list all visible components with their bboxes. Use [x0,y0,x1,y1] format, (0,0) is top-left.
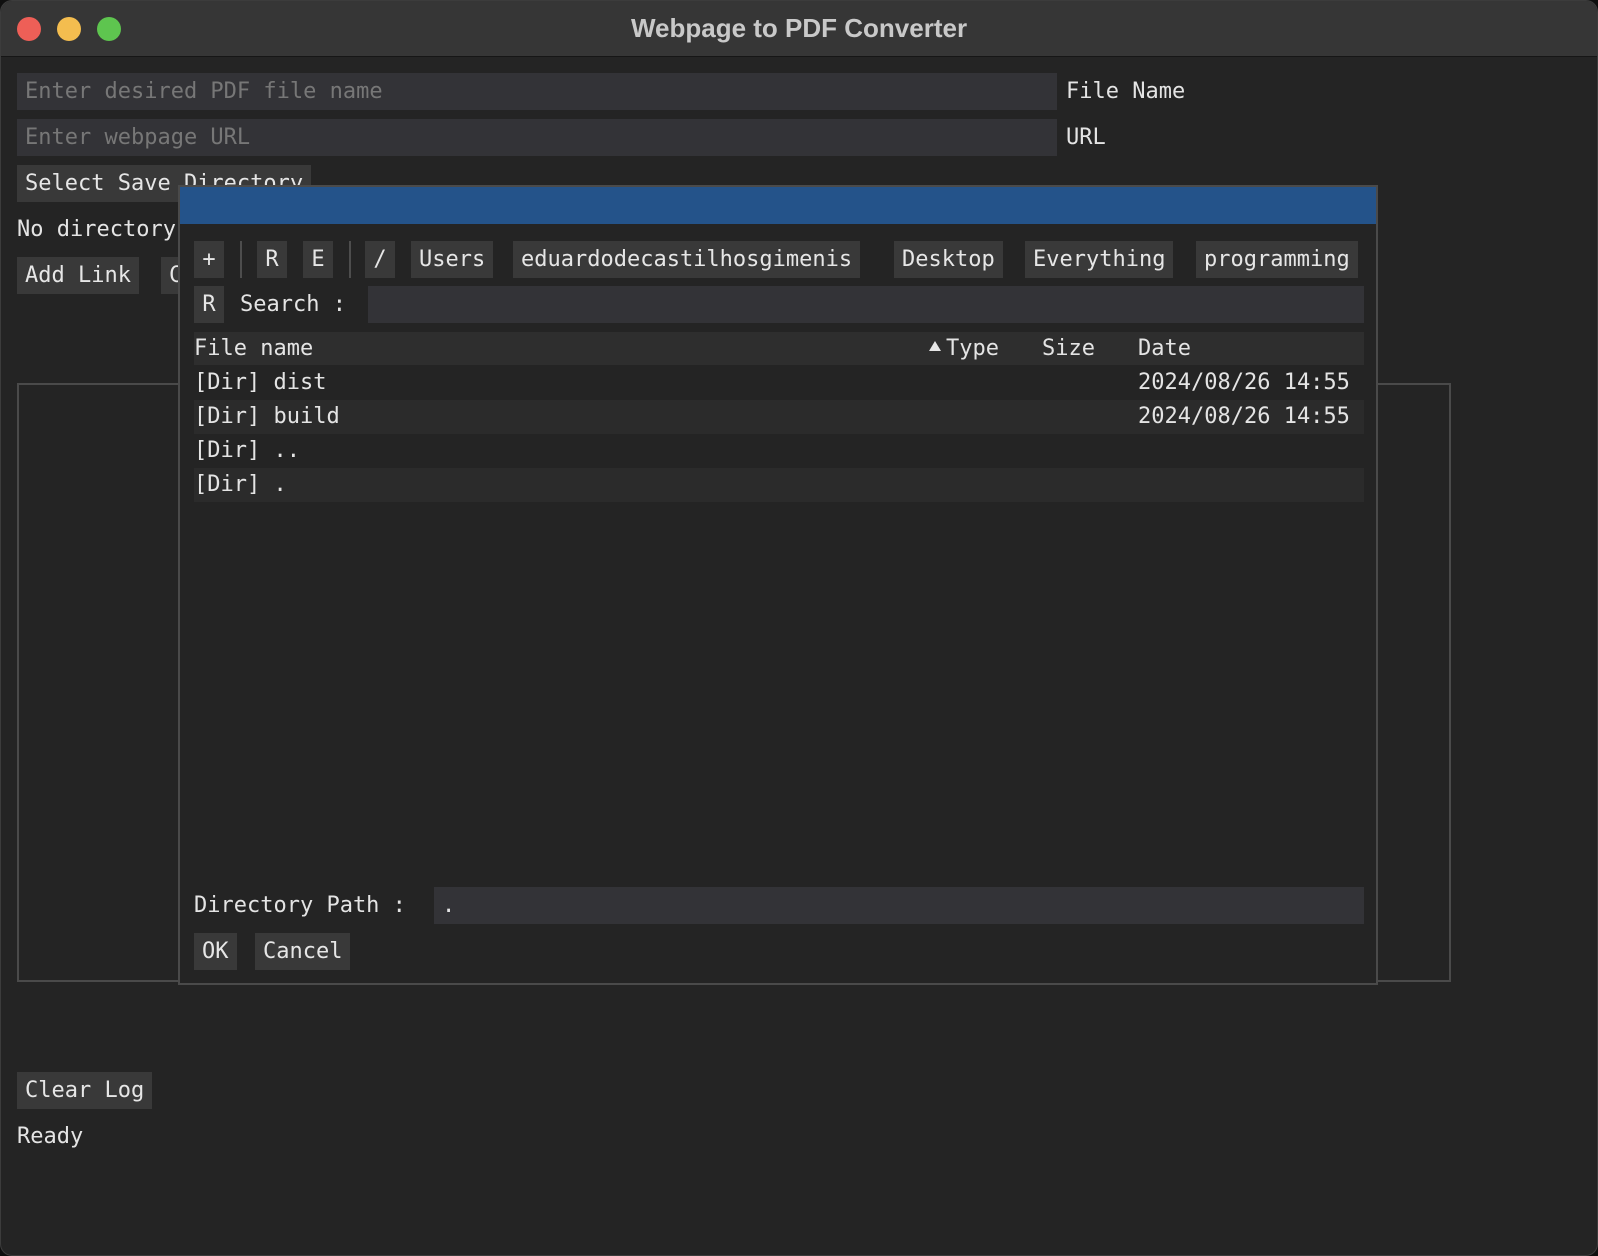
reset-path-button[interactable]: R [257,241,287,278]
app-window: Webpage to PDF Converter Enter desired P… [0,0,1598,1256]
directory-path-label: Directory Path : [194,893,406,918]
file-name-label: File Name [1066,79,1186,104]
sort-ascending-icon [929,341,941,351]
file-row[interactable]: [Dir] .. [194,434,1364,468]
clear-log-button[interactable]: Clear Log [17,1072,153,1109]
file-table-header: File name Type Size Date [194,332,1364,365]
file-row-name: [Dir] build [194,404,340,429]
file-row-name: [Dir] dist [194,370,327,395]
file-row-date: 2024/08/26 14:55 [1138,404,1350,429]
search-input[interactable] [368,286,1364,323]
title-bar[interactable]: Webpage to PDF Converter [1,1,1597,57]
search-label: Search : [240,292,346,317]
ok-button[interactable]: OK [194,933,237,970]
column-size[interactable]: Size [1042,332,1095,365]
url-input[interactable]: Enter webpage URL [17,119,1057,156]
directory-picker-dialog: + R E / Users eduardodecastilhosgimenis … [178,185,1378,985]
file-row[interactable]: [Dir] dist 2024/08/26 14:55 [194,366,1364,400]
file-row[interactable]: [Dir] . [194,468,1364,502]
path-segment-programming[interactable]: programming [1196,241,1358,278]
file-name-input[interactable]: Enter desired PDF file name [17,73,1057,110]
directory-path-input[interactable]: . [434,887,1364,924]
path-root-button[interactable]: / [365,241,395,278]
path-segment-desktop[interactable]: Desktop [894,241,1003,278]
file-row-name: [Dir] . [194,472,287,497]
file-row[interactable]: [Dir] build 2024/08/26 14:55 [194,400,1364,434]
add-link-button[interactable]: Add Link [17,257,139,294]
edit-path-button[interactable]: E [303,241,333,278]
toolbar-separator [240,241,242,278]
file-row-name: [Dir] .. [194,438,300,463]
column-date[interactable]: Date [1138,332,1191,365]
cancel-button[interactable]: Cancel [255,933,351,970]
dialog-title-bar[interactable] [180,187,1376,224]
path-segment-user[interactable]: eduardodecastilhosgimenis [513,241,861,278]
path-segment-everything[interactable]: Everything [1025,241,1174,278]
column-file-name[interactable]: File name [194,332,313,365]
status-text: Ready [17,1124,84,1149]
toolbar-separator [349,241,351,278]
url-label: URL [1066,125,1106,150]
directory-status-text: No directory [17,217,176,242]
file-row-date: 2024/08/26 14:55 [1138,370,1350,395]
create-folder-button[interactable]: + [194,241,224,278]
window-title: Webpage to PDF Converter [630,13,968,43]
path-segment-users[interactable]: Users [411,241,494,278]
column-type[interactable]: Type [946,332,999,365]
reset-search-button[interactable]: R [194,286,224,323]
